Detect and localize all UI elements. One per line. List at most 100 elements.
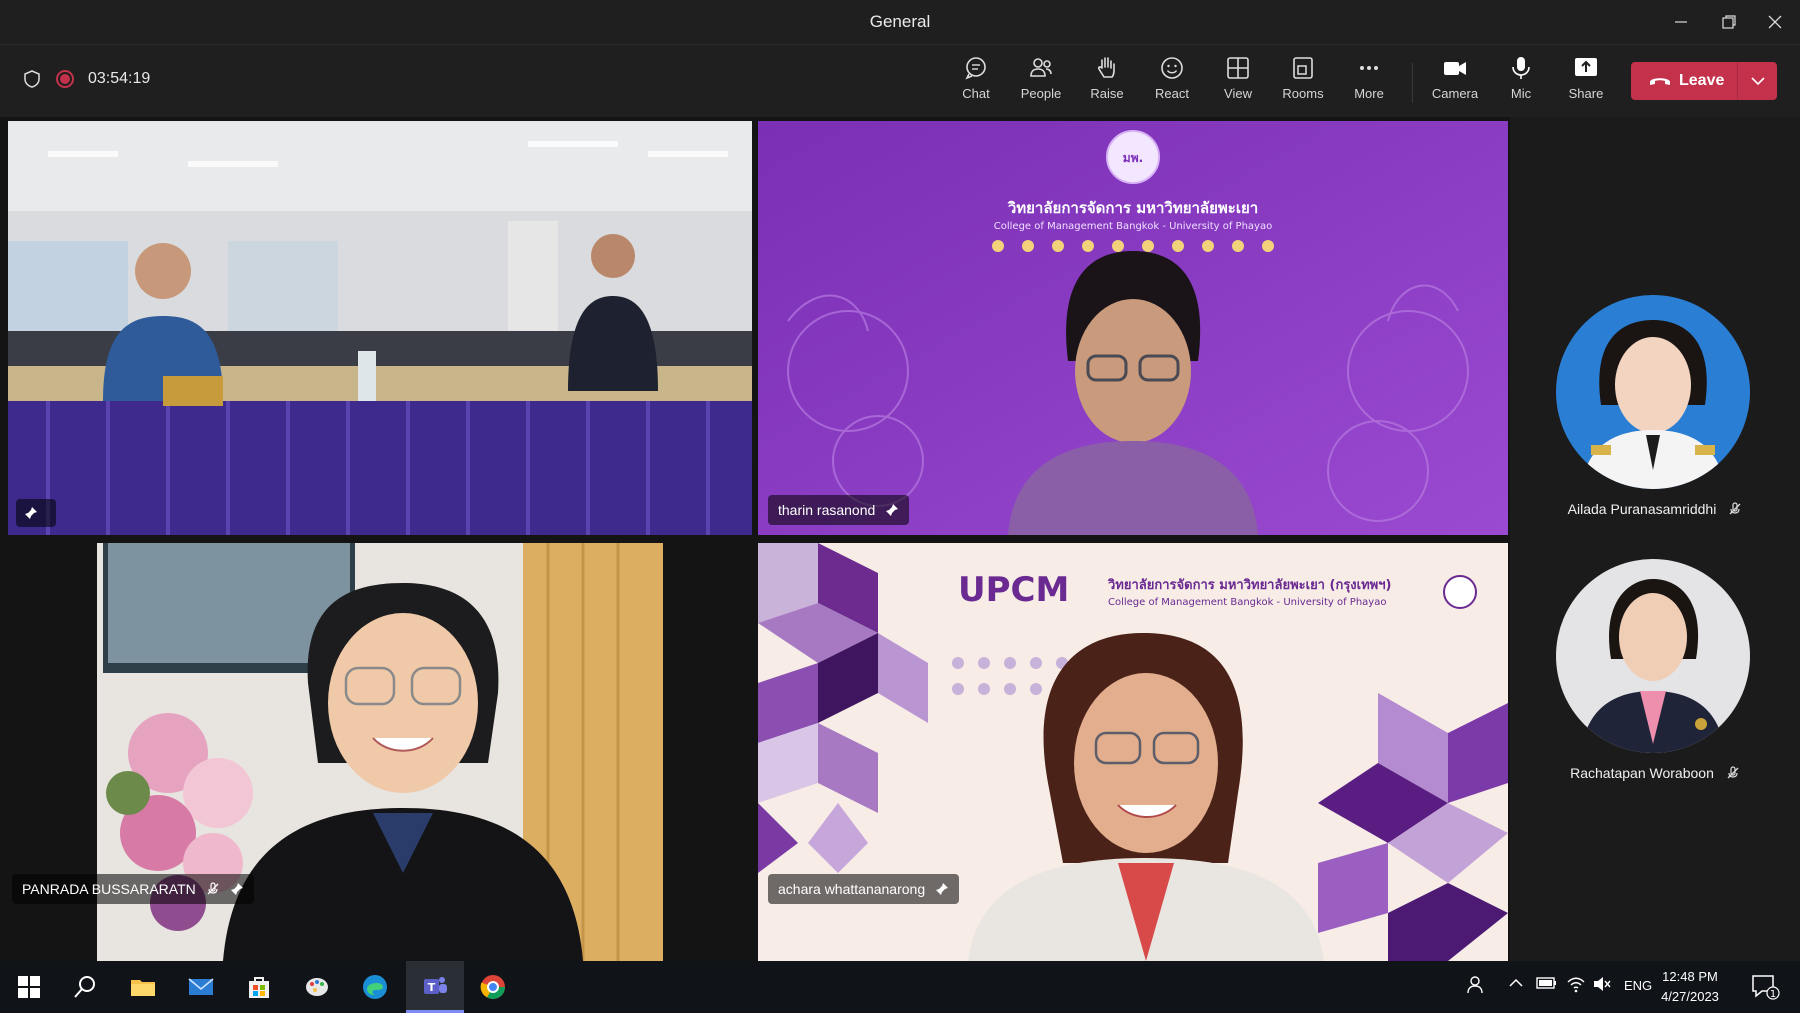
mic-button[interactable]: Mic <box>1491 55 1551 111</box>
title-bar: General <box>0 0 1800 45</box>
edge-browser-icon <box>363 975 387 999</box>
react-button[interactable]: React <box>1142 55 1202 111</box>
tray-battery[interactable] <box>1536 975 1558 991</box>
chrome-browser-icon <box>480 975 505 1000</box>
notification-center-icon: 1 <box>1752 975 1780 1000</box>
taskbar-edge[interactable] <box>346 961 404 1013</box>
clock-time: 12:48 PM <box>1662 969 1718 984</box>
achara-name: achara whattananarong <box>778 881 926 897</box>
rachatapan-label: Rachatapan Woraboon <box>1510 765 1800 781</box>
tharin-bg-heading-th: วิทยาลัยการจัดการ มหาวิทยาลัยพะเยา <box>1007 199 1258 217</box>
conference-room-video <box>8 121 752 535</box>
start-button[interactable] <box>0 961 58 1013</box>
minimize-icon <box>1675 21 1687 23</box>
mic-off-icon <box>1729 502 1741 515</box>
taskbar-chrome[interactable] <box>464 961 522 1013</box>
clock-date: 4/27/2023 <box>1661 989 1719 1004</box>
achara-bg-heading-en: College of Management Bangkok - Universi… <box>1108 597 1386 608</box>
tharin-logo-text: มพ. <box>1123 151 1143 165</box>
chat-button[interactable]: Chat <box>946 55 1006 111</box>
mail-icon <box>188 978 214 995</box>
tharin-namebar: tharin rasanond <box>768 495 910 525</box>
leave-options-button[interactable] <box>1738 76 1777 86</box>
view-button[interactable]: View <box>1208 55 1268 111</box>
chat-icon <box>965 57 986 80</box>
close-button[interactable] <box>1758 8 1792 36</box>
svg-text:T: T <box>428 981 436 994</box>
meeting-toolbar: 03:54:19 Chat People Raise React View Ro… <box>0 45 1800 117</box>
leave-button-group: Leave <box>1631 62 1777 100</box>
hang-up-icon <box>1650 78 1670 85</box>
mic-off-icon <box>1727 766 1739 779</box>
mic-label: Mic <box>1510 86 1532 101</box>
chevron-up-icon <box>1509 978 1523 987</box>
smile-icon <box>1161 57 1183 79</box>
toolbar-divider <box>1412 63 1413 103</box>
achara-namebar: achara whattananarong <box>768 874 960 904</box>
avatar-rachatapan[interactable] <box>1556 559 1750 753</box>
raise-label: Raise <box>1090 86 1124 101</box>
participant-side-panel: Ailada Puranasamriddhi Rachatapan Worabo… <box>1510 117 1800 961</box>
view-label: View <box>1224 86 1252 101</box>
video-tile-tharin-rasanond[interactable]: มพ. วิทยาลัยการจัดการ มหาวิทยาลัยพะเยา C… <box>758 121 1508 535</box>
room-tile-namebar <box>16 499 56 527</box>
paint-palette-icon <box>306 978 328 996</box>
restore-icon <box>1722 15 1736 29</box>
restore-button[interactable] <box>1712 8 1746 36</box>
more-button[interactable]: More <box>1339 55 1399 111</box>
meeting-timer: 03:54:19 <box>88 70 151 87</box>
tray-notifications[interactable]: 1 <box>1750 973 1780 1001</box>
tray-network[interactable] <box>1566 975 1586 993</box>
pin-icon[interactable] <box>935 882 949 896</box>
camera-icon <box>1444 62 1466 75</box>
raise-hand-button[interactable]: Raise <box>1077 55 1137 111</box>
pin-icon[interactable] <box>24 506 38 520</box>
windows-logo-icon <box>18 976 40 998</box>
pin-icon[interactable] <box>230 882 244 896</box>
ailada-name: Ailada Puranasamriddhi <box>1567 501 1717 517</box>
react-label: React <box>1155 86 1189 101</box>
people-button[interactable]: People <box>1011 55 1071 111</box>
share-screen-icon <box>1575 58 1597 76</box>
rooms-button[interactable]: Rooms <box>1273 55 1333 111</box>
video-tile-achara-whattananarong[interactable]: UPCM วิทยาลัยการจัดการ มหาวิทยาลัยพะเยา … <box>758 543 1508 961</box>
microphone-icon <box>1512 57 1530 79</box>
tray-overflow[interactable] <box>1508 975 1524 991</box>
people-label: People <box>1020 86 1062 101</box>
camera-button[interactable]: Camera <box>1425 55 1485 111</box>
more-label: More <box>1354 86 1384 101</box>
tharin-name: tharin rasanond <box>778 502 876 518</box>
taskbar-search-button[interactable] <box>56 961 114 1013</box>
people-tray-icon <box>1467 976 1483 994</box>
share-button[interactable]: Share <box>1556 55 1616 111</box>
volume-muted-icon <box>1594 977 1611 991</box>
notification-count: 1 <box>1770 989 1776 1000</box>
folder-icon <box>131 980 155 996</box>
avatar-ailada[interactable] <box>1556 295 1750 489</box>
tray-people[interactable] <box>1465 975 1485 995</box>
taskbar-clock[interactable]: 12:48 PM 4/27/2023 <box>1640 967 1740 1007</box>
panrada-namebar: PANRADA BUSSARARATN <box>12 874 254 904</box>
video-tile-conference-room[interactable] <box>8 121 752 535</box>
panrada-name: PANRADA BUSSARARATN <box>22 881 196 897</box>
taskbar-paint[interactable] <box>288 961 346 1013</box>
shield-icon[interactable] <box>22 69 42 89</box>
people-icon <box>1030 58 1052 77</box>
tray-volume[interactable] <box>1592 975 1612 993</box>
pin-icon[interactable] <box>885 503 899 517</box>
camera-label: Camera <box>1431 86 1479 101</box>
tharin-video: มพ. วิทยาลัยการจัดการ มหาวิทยาลัยพะเยา C… <box>758 121 1508 535</box>
taskbar-file-explorer[interactable] <box>114 961 172 1013</box>
taskbar-store[interactable] <box>230 961 288 1013</box>
achara-bg-heading-th: วิทยาลัยการจัดการ มหาวิทยาลัยพะเยา (กรุง… <box>1107 578 1391 593</box>
video-tile-panrada-bussararatn[interactable]: PANRADA BUSSARARATN <box>8 543 752 961</box>
chevron-down-icon <box>1750 77 1765 86</box>
taskbar-teams[interactable]: T <box>406 961 464 1013</box>
taskbar-mail[interactable] <box>172 961 230 1013</box>
minimize-button[interactable] <box>1664 8 1698 36</box>
leave-button[interactable]: Leave <box>1631 62 1737 100</box>
meeting-info: 03:54:19 <box>22 69 150 89</box>
ailada-label: Ailada Puranasamriddhi <box>1510 501 1800 517</box>
close-icon <box>1768 15 1782 29</box>
share-label: Share <box>1568 86 1604 101</box>
